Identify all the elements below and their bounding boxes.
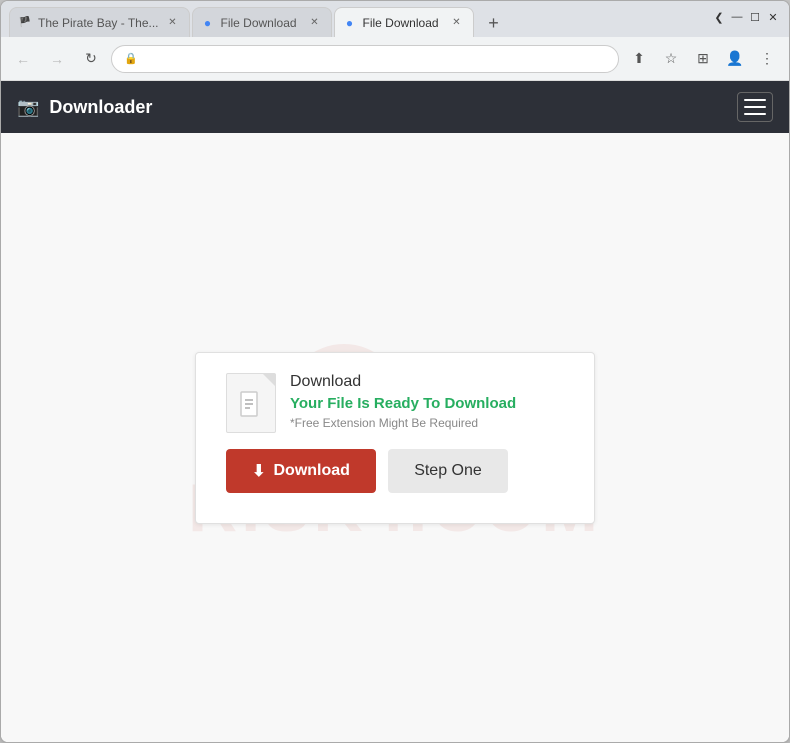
tab-favicon-2: ● — [201, 16, 215, 30]
profile-icon[interactable]: 👤 — [721, 45, 749, 73]
menu-icon[interactable]: ⋮ — [753, 45, 781, 73]
file-icon — [226, 373, 276, 433]
sidebar-icon[interactable]: ⊞ — [689, 45, 717, 73]
tab-title-2: File Download — [221, 16, 301, 30]
hamburger-line-3 — [744, 113, 766, 115]
hamburger-line-2 — [744, 106, 766, 108]
address-input[interactable]: 🔒 — [111, 45, 619, 73]
download-button[interactable]: ⬇ Download — [226, 449, 376, 493]
file-title: Download — [290, 373, 564, 391]
tab-file-download-2[interactable]: ● File Download ✕ — [192, 7, 332, 37]
tab-pirate-bay[interactable]: 🏴 The Pirate Bay - The... ✕ — [9, 7, 190, 37]
tab-favicon-3: ● — [343, 16, 357, 30]
back-button[interactable]: ← — [9, 45, 37, 73]
tab-close-2[interactable]: ✕ — [307, 15, 323, 31]
lock-icon: 🔒 — [124, 52, 138, 65]
address-bar: ← → ↻ 🔒 ⬆ ☆ ⊞ 👤 ⋮ — [1, 37, 789, 81]
main-area: 4 RISK4.COM — [1, 133, 789, 742]
star-icon[interactable]: ☆ — [657, 45, 685, 73]
hamburger-menu[interactable] — [737, 92, 773, 122]
step-one-button[interactable]: Step One — [388, 449, 508, 493]
page-content: 📷 Downloader 4 RISK4.COM — [1, 81, 789, 742]
file-icon-inner — [239, 390, 263, 424]
tab-title-1: The Pirate Bay - The... — [38, 16, 159, 30]
title-bar: 🏴 The Pirate Bay - The... ✕ ● File Downl… — [1, 1, 789, 37]
maximize-button[interactable]: ☐ — [747, 9, 763, 25]
share-icon[interactable]: ⬆ — [625, 45, 653, 73]
tab-file-download-3[interactable]: ● File Download ✕ — [334, 7, 474, 37]
download-card: Download Your File Is Ready To Download … — [195, 352, 595, 524]
step-one-label: Step One — [414, 462, 482, 479]
tabs-section: 🏴 The Pirate Bay - The... ✕ ● File Downl… — [1, 1, 703, 37]
close-button[interactable]: ✕ — [765, 9, 781, 25]
tab-close-1[interactable]: ✕ — [165, 15, 181, 31]
camera-icon: 📷 — [17, 97, 39, 118]
refresh-button[interactable]: ↻ — [77, 45, 105, 73]
tab-favicon-1: 🏴 — [18, 16, 32, 30]
navbar-brand: 📷 Downloader — [17, 97, 152, 118]
minimize-button[interactable]: — — [729, 9, 745, 25]
file-note: *Free Extension Might Be Required — [290, 416, 564, 430]
navbar-title: Downloader — [49, 97, 152, 118]
hamburger-line-1 — [744, 99, 766, 101]
download-icon: ⬇ — [252, 461, 265, 481]
browser-window: 🏴 The Pirate Bay - The... ✕ ● File Downl… — [0, 0, 790, 743]
navbar: 📷 Downloader — [1, 81, 789, 133]
file-info: Download Your File Is Ready To Download … — [226, 373, 564, 433]
toolbar-icons: ⬆ ☆ ⊞ 👤 ⋮ — [625, 45, 781, 73]
download-button-label: Download — [273, 462, 349, 480]
tab-close-3[interactable]: ✕ — [449, 15, 465, 31]
new-tab-button[interactable]: + — [480, 9, 508, 37]
forward-button[interactable]: → — [43, 45, 71, 73]
file-ready-text: Your File Is Ready To Download — [290, 395, 564, 412]
button-row: ⬇ Download Step One — [226, 449, 564, 493]
chevron-icon[interactable]: ❮ — [711, 9, 727, 25]
file-details: Download Your File Is Ready To Download … — [290, 373, 564, 430]
tab-title-3: File Download — [363, 16, 443, 30]
